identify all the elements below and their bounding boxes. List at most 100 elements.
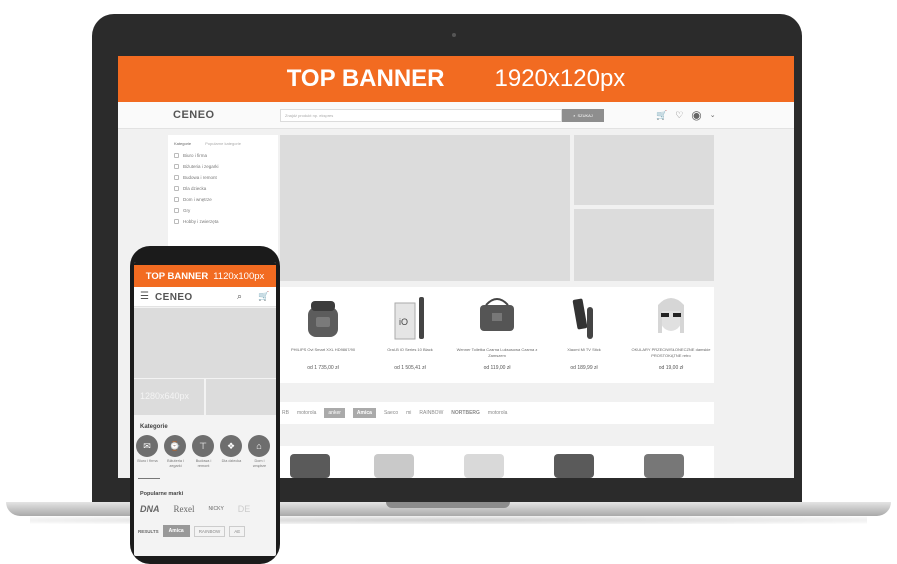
- desktop-banner-title: TOP BANNER: [286, 65, 445, 92]
- sidebar-item[interactable]: Biuro i firma: [168, 150, 278, 161]
- mobile-popular-brands-title: Popularne marki: [140, 491, 184, 497]
- mobile-logo[interactable]: CENEO: [155, 292, 193, 303]
- mobile-categories-title: Kategorie: [140, 424, 168, 430]
- product-card[interactable]: Wenner Toiletka Czarna Luksusowa Czarna …: [454, 287, 540, 383]
- desktop-ad-slot-main[interactable]: [280, 135, 570, 281]
- heart-icon[interactable]: ♡: [675, 110, 683, 121]
- brand-logo[interactable]: RAINBOW: [419, 410, 443, 416]
- product-card[interactable]: OKULARY PRZECIWSŁONECZNE damskie PROSTOK…: [628, 287, 714, 383]
- category-icon: [174, 153, 179, 158]
- desktop-product-carousel: PHILIPS Ovi Smart XXL HD9867/90 od 1 735…: [280, 287, 714, 383]
- brand-logo[interactable]: Rexel: [174, 504, 195, 514]
- desktop-header: CENEO Znajdź produkt np. ekspres ⌕ SZUKA…: [118, 102, 794, 129]
- product-name: OKULARY PRZECIWSŁONECZNE damskie PROSTOK…: [631, 347, 711, 358]
- cart-icon[interactable]: 🛒: [656, 110, 667, 121]
- brand-logo[interactable]: motorola: [488, 410, 507, 416]
- mobile-ad-slot-right[interactable]: [206, 379, 276, 415]
- category-item[interactable]: ❖ Dla dziecka: [220, 435, 243, 469]
- sidebar-item[interactable]: Hobby i zwierzęta: [168, 216, 278, 227]
- search-button-label: SZUKAJ: [577, 113, 593, 118]
- desktop-ad-slot-bottom-right[interactable]: [574, 209, 714, 281]
- watch-icon: ⌚: [164, 435, 186, 457]
- menu-icon[interactable]: ☰: [140, 292, 149, 302]
- product-image-airfryer: [308, 301, 338, 337]
- desktop-header-icons: 🛒 ♡ ◉ ⌄: [656, 108, 716, 122]
- product-price: od 1 735,00 zł: [307, 365, 339, 371]
- product-name: Oral-B iO Series 10 Black: [387, 347, 433, 352]
- category-icon: [174, 208, 179, 213]
- category-label: Budowa i remont: [195, 459, 212, 468]
- brand-logo[interactable]: mi: [406, 410, 411, 416]
- tab-popular-categories[interactable]: Popularne kategorie: [205, 141, 241, 146]
- product-card[interactable]: PHILIPS Ovi Smart XXL HD9867/90 od 1 735…: [280, 287, 366, 383]
- brand-logo[interactable]: Saeco: [384, 410, 398, 416]
- desktop-search-button[interactable]: ⌕ SZUKAJ: [562, 109, 604, 122]
- category-item[interactable]: ⌚ Biżuteria i zegarki: [164, 435, 187, 469]
- chevron-down-icon[interactable]: ⌄: [710, 111, 716, 119]
- brand-logo[interactable]: DNA: [140, 504, 160, 514]
- desktop-search-input[interactable]: Znajdź produkt np. ekspres: [280, 109, 562, 122]
- offer-image-headset[interactable]: [644, 454, 684, 478]
- toy-icon: ❖: [220, 435, 242, 457]
- search-icon[interactable]: ⌕: [237, 291, 242, 302]
- mobile-header: ☰ CENEO ⌕ 🛒: [134, 287, 276, 307]
- sidebar-item[interactable]: Dom i wnętrze: [168, 194, 278, 205]
- brand-logo[interactable]: Amica: [162, 525, 190, 537]
- desktop-logo[interactable]: CENEO: [173, 109, 215, 121]
- offer-image-backpack[interactable]: [290, 454, 330, 478]
- offer-image-appliance[interactable]: [464, 454, 504, 478]
- mobile-ad-slot-main[interactable]: [134, 308, 276, 378]
- brand-logo[interactable]: DE: [238, 504, 251, 514]
- home-icon: ⌂: [248, 435, 270, 457]
- brand-logo[interactable]: NICKY: [209, 506, 224, 512]
- category-label: Dom i wnętrze: [252, 459, 267, 468]
- category-item[interactable]: ✉ Biuro i firma: [136, 435, 159, 469]
- desktop-banner-size: 1920x120px: [494, 65, 626, 92]
- sidebar-item[interactable]: Gry: [168, 205, 278, 216]
- sidebar-item-label: Biżuteria i zegarki: [183, 164, 219, 169]
- product-name: Wenner Toiletka Czarna Luksusowa Czarna …: [456, 347, 538, 358]
- desktop-offers-row: [280, 446, 714, 478]
- laptop-base-notch: [386, 502, 510, 508]
- category-icon: [174, 164, 179, 169]
- desktop-ad-slot-top-right[interactable]: [574, 135, 714, 205]
- product-card[interactable]: iO Oral-B iO Series 10 Black od 1 505,41…: [367, 287, 453, 383]
- svg-text:iO: iO: [399, 317, 408, 327]
- brand-logo[interactable]: Amica: [352, 408, 376, 418]
- mobile-top-banner[interactable]: TOP BANNER 1120x100px: [134, 265, 276, 287]
- product-price: od 19,00 zł: [658, 365, 684, 371]
- mobile-slot-size-label: 1280x640px: [140, 391, 190, 401]
- offer-image-device[interactable]: [554, 454, 594, 478]
- sidebar-item[interactable]: Biżuteria i zegarki: [168, 161, 278, 172]
- category-icon: [174, 219, 179, 224]
- product-name: PHILIPS Ovi Smart XXL HD9867/90: [290, 347, 356, 352]
- category-item[interactable]: ⌂ Dom i wnętrze: [248, 435, 271, 469]
- phone-screen: TOP BANNER 1120x100px ☰ CENEO ⌕ 🛒 1280x6…: [134, 262, 276, 556]
- offer-image-bathtub[interactable]: [374, 454, 414, 478]
- product-card[interactable]: Xiaomi Mi TV Stick od 189,99 zł: [541, 287, 627, 383]
- category-item[interactable]: ⊤ Budowa i remont: [192, 435, 215, 469]
- paint-roller-icon: ⊤: [192, 435, 214, 457]
- brand-logo[interactable]: RAINBOW: [193, 525, 226, 537]
- category-icon: [174, 197, 179, 202]
- sidebar-item-label: Budowa i remont: [183, 175, 217, 180]
- product-name: Xiaomi Mi TV Stick: [567, 347, 601, 352]
- mobile-banner-size: 1120x100px: [213, 270, 265, 282]
- category-icon: [174, 186, 179, 191]
- brand-logo[interactable]: AE: [229, 525, 246, 537]
- sidebar-item[interactable]: Budowa i remont: [168, 172, 278, 183]
- brand-logo[interactable]: motorola: [297, 410, 316, 416]
- brand-logo[interactable]: RESULTS: [138, 529, 159, 534]
- search-icon: ⌕: [573, 113, 576, 118]
- brand-logo[interactable]: RB: [282, 410, 289, 416]
- desktop-top-banner[interactable]: TOP BANNER 1920x120px: [118, 56, 794, 102]
- cart-icon[interactable]: 🛒: [258, 291, 269, 302]
- sidebar-item[interactable]: Dla dziecka: [168, 183, 278, 194]
- product-image-toiletry-bag: [480, 298, 514, 331]
- desktop-brand-strip: RB motorola anker Amica Saeco mi RAINBOW…: [280, 402, 714, 424]
- user-icon[interactable]: ◉: [691, 108, 701, 122]
- brand-logo[interactable]: NORTBERG: [451, 410, 480, 416]
- brand-logo[interactable]: anker: [324, 408, 345, 418]
- category-icon: [174, 175, 179, 180]
- tab-categories[interactable]: Kategorie: [174, 141, 191, 146]
